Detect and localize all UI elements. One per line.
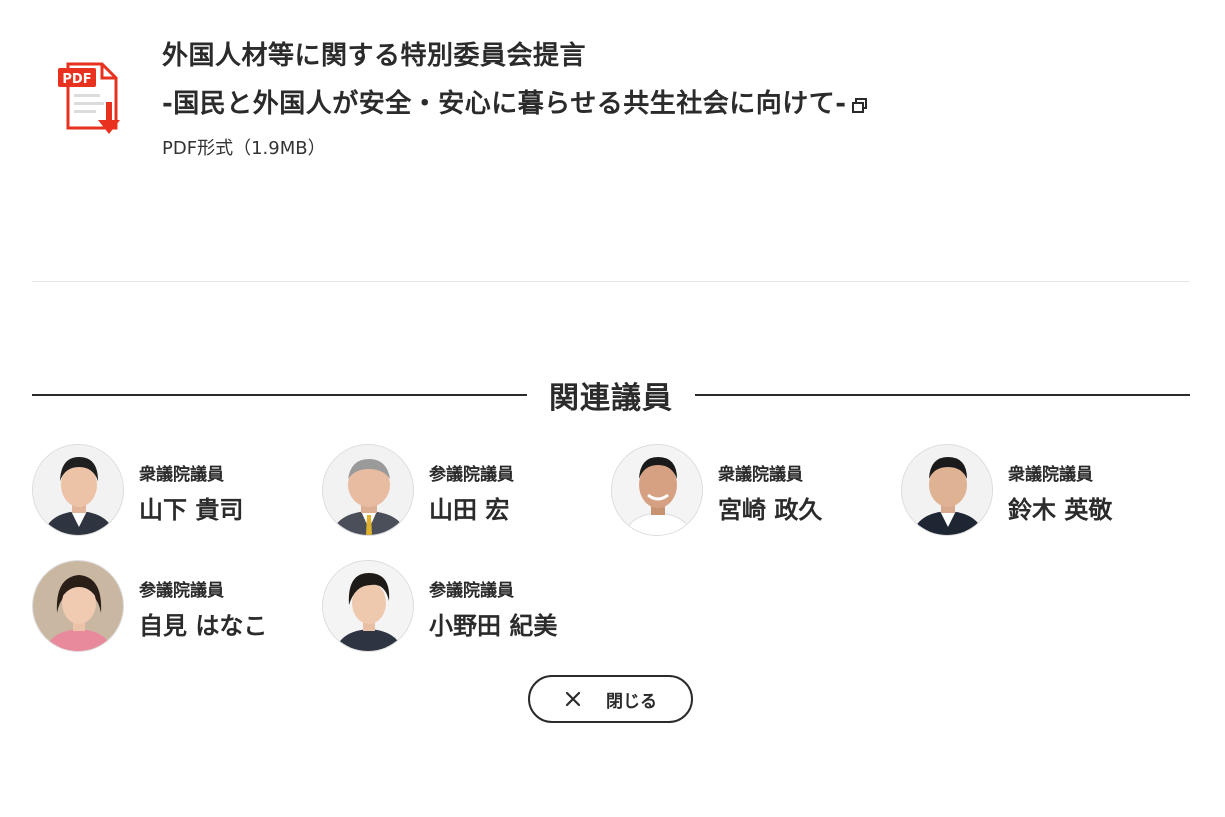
member-avatar	[901, 444, 993, 536]
pdf-file-info: PDF形式（1.9MB）	[162, 138, 326, 159]
related-members-heading: 関連議員	[32, 372, 1190, 418]
heading-rule-left	[32, 394, 527, 396]
member-avatar	[322, 444, 414, 536]
section-divider	[32, 281, 1190, 282]
member-house: 衆議院議員	[139, 465, 224, 485]
pdf-document-block: PDF 外国人材等に関する特別委員会提言 -国民と外国人が安全・安心に暮らせる共…	[52, 30, 1192, 170]
pdf-title-line2: -国民と外国人が安全・安心に暮らせる共生社会に向けて-	[162, 80, 869, 128]
member-house: 参議院議員	[429, 465, 514, 485]
member-card[interactable]: 衆議院議員 山下 貴司	[32, 444, 302, 540]
member-avatar	[322, 560, 414, 652]
member-card[interactable]: 参議院議員 自見 はなこ	[32, 560, 302, 656]
external-window-icon	[851, 82, 869, 113]
pdf-title-line1: 外国人材等に関する特別委員会提言	[162, 41, 587, 71]
heading-rule-right	[695, 394, 1190, 396]
member-name: 鈴木 英敬	[1008, 496, 1113, 524]
member-name: 山下 貴司	[139, 496, 244, 524]
related-members-title: 関連議員	[549, 381, 673, 416]
member-house: 参議院議員	[139, 581, 224, 601]
member-name: 宮崎 政久	[718, 496, 823, 524]
member-name: 山田 宏	[429, 496, 510, 524]
member-avatar	[32, 560, 124, 652]
member-name: 自見 はなこ	[139, 612, 268, 640]
member-house: 衆議院議員	[718, 465, 803, 485]
member-card[interactable]: 参議院議員 山田 宏	[322, 444, 592, 540]
member-house: 衆議院議員	[1008, 465, 1093, 485]
member-avatar	[611, 444, 703, 536]
pdf-badge-text: PDF	[62, 72, 91, 87]
pdf-file-icon[interactable]: PDF	[54, 58, 128, 138]
member-house: 参議院議員	[429, 581, 514, 601]
close-button[interactable]: 閉じる	[528, 675, 693, 723]
close-icon	[564, 690, 582, 708]
member-name: 小野田 紀美	[429, 612, 558, 640]
member-card[interactable]: 参議院議員 小野田 紀美	[322, 560, 592, 656]
pdf-document-link[interactable]: 外国人材等に関する特別委員会提言 -国民と外国人が安全・安心に暮らせる共生社会に…	[162, 32, 869, 128]
member-avatar	[32, 444, 124, 536]
member-card[interactable]: 衆議院議員 鈴木 英敬	[901, 444, 1171, 540]
member-card[interactable]: 衆議院議員 宮崎 政久	[611, 444, 881, 540]
close-label: 閉じる	[606, 691, 657, 712]
pdf-title-line2-text: -国民と外国人が安全・安心に暮らせる共生社会に向けて-	[162, 89, 847, 119]
